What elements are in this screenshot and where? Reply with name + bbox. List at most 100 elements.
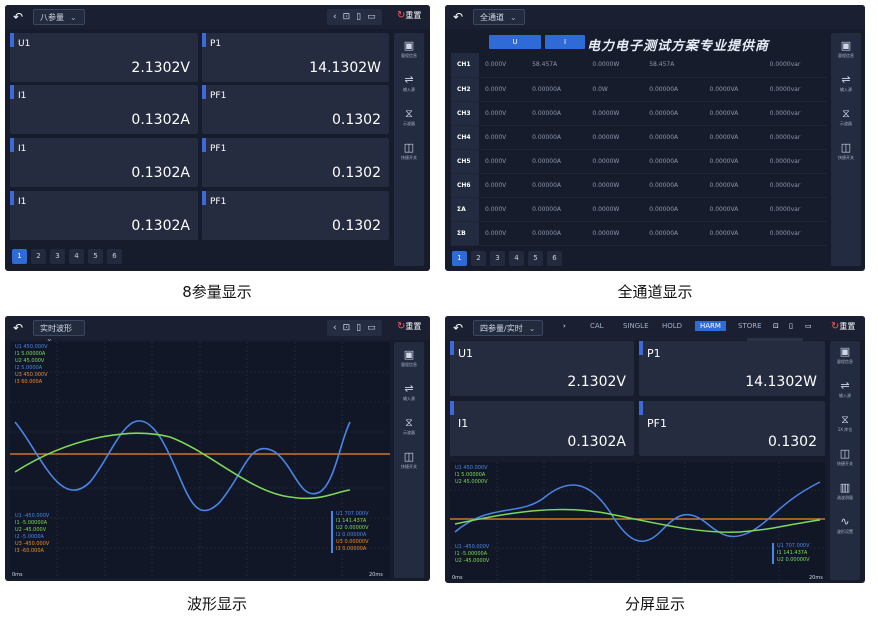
legend-item: U3 450.000V (15, 372, 48, 378)
side-toolbar: ▣ 量程信息 ⇌ 输入源 ⧖ 示波器 ◫ 快捷开关 (831, 33, 861, 266)
mode-hold[interactable]: HOLD (662, 322, 682, 330)
param-card-i1[interactable]: I1 0.1302A (10, 191, 198, 240)
table-row: CH1 0.000V 58.457A 0.0000W 58.457A 0.0000var (451, 53, 827, 78)
param-card-pf1[interactable]: PF1 0.1302 (202, 138, 389, 187)
range-info-button[interactable]: ▣ 量程信息 (397, 348, 421, 376)
mode-cal[interactable]: CAL (590, 322, 604, 330)
page-button[interactable]: 2 (31, 249, 46, 264)
harmonic-button[interactable]: ▥ 谐波测量 (833, 481, 857, 509)
side-label: 量程信息 (401, 53, 417, 58)
param-card-i1[interactable]: I1 0.1302A (10, 138, 198, 187)
lock-icon[interactable]: ⊡ (343, 323, 351, 333)
range-multiplier-button[interactable]: ⧖ 1X 库位 (833, 413, 857, 441)
cell: 0.0000var (763, 173, 827, 198)
quick-switch-button[interactable]: ◫ 快捷开关 (833, 447, 857, 475)
page-button[interactable]: 5 (528, 251, 543, 266)
scope-button[interactable]: ⧖ 示波器 (397, 416, 421, 444)
back-icon[interactable]: ↶ (453, 10, 467, 24)
param-card-i1[interactable]: I1 0.1302A (10, 85, 198, 134)
page-button[interactable]: 4 (69, 249, 84, 264)
back-icon[interactable]: ↶ (453, 321, 467, 335)
cell: 0.000V (479, 173, 527, 198)
readout-row: U2 0.00000V (336, 525, 369, 532)
reset-button[interactable]: ↻重置 (397, 10, 421, 21)
cell: 0.0000var (763, 221, 827, 246)
table-row: ΣA 0.000V 0.00000A 0.0000W 0.00000A 0.0000VA 0… (451, 197, 827, 222)
view-dropdown[interactable]: 八参量 ⌄ (33, 9, 85, 25)
eight-param-screen: ↶ 八参量 ⌄ ‹ ⊡ ▯ ▭ ↻重置 U1 2.1302V P1 14.1302W … (5, 5, 430, 271)
chevron-down-icon: ⌄ (528, 324, 536, 333)
range-info-button[interactable]: ▣ 量程信息 (834, 39, 858, 67)
param-card-p1[interactable]: P1 14.1302W (202, 33, 389, 82)
column-header-i[interactable]: I (545, 35, 585, 49)
readout-value: 141.437A (342, 518, 367, 524)
reset-button[interactable]: ↻重置 (397, 321, 421, 332)
input-source-button[interactable]: ⇌ 输入源 (397, 73, 421, 101)
view-dropdown[interactable]: 实时波形⌄ (33, 320, 85, 343)
wave-settings-button[interactable]: ∿ 波形设置 (833, 515, 857, 543)
param-card-pf1[interactable]: PF1 0.1302 (202, 191, 389, 240)
usb-icon[interactable]: ▯ (356, 12, 361, 22)
chevron-left-icon[interactable]: ‹ (333, 323, 337, 333)
param-card-p1[interactable]: P1 14.1302W (639, 341, 825, 396)
page-button[interactable]: 1 (452, 251, 467, 266)
readout-name: U1 (777, 543, 784, 549)
readout-name: U1 (336, 511, 343, 517)
chevron-right-icon[interactable]: › (563, 322, 566, 330)
chevron-left-icon[interactable]: ‹ (333, 12, 337, 22)
card-value: 0.1302A (131, 112, 190, 128)
legend-item: U2 45.0000V (455, 479, 488, 485)
readout-name: U3 (336, 539, 343, 545)
page-button[interactable]: 2 (471, 251, 486, 266)
legend-item: I2 5.0000A (15, 365, 43, 371)
column-header-u[interactable]: U (489, 35, 541, 49)
range-info-button[interactable]: ▣ 量程信息 (397, 39, 421, 67)
back-icon[interactable]: ↶ (13, 10, 27, 24)
mode-single[interactable]: SINGLE (623, 322, 649, 330)
page-button[interactable]: 3 (50, 249, 65, 264)
scope-button[interactable]: ⧖ 示波器 (397, 107, 421, 135)
param-card-u1[interactable]: U1 2.1302V (450, 341, 634, 396)
input-icon: ⇌ (841, 73, 851, 86)
param-card-pf1[interactable]: PF1 0.1302 (202, 85, 389, 134)
page-button[interactable]: 1 (12, 249, 27, 264)
mode-harm[interactable]: HARM (695, 321, 726, 331)
card-accent (639, 341, 643, 355)
quick-switch-button[interactable]: ◫ 快捷开关 (397, 450, 421, 478)
input-source-button[interactable]: ⇌ 输入源 (833, 379, 857, 407)
mode-store[interactable]: STORE (738, 322, 762, 330)
range-info-button[interactable]: ▣ 量程信息 (833, 345, 857, 373)
input-source-button[interactable]: ⇌ 输入源 (834, 73, 858, 101)
screenshot-icon[interactable]: ▭ (367, 12, 376, 22)
page-button[interactable]: 6 (547, 251, 562, 266)
page-button[interactable]: 6 (107, 249, 122, 264)
quick-switch-button[interactable]: ◫ 快捷开关 (834, 141, 858, 169)
readout-row: U2 0.00000V (777, 557, 810, 564)
param-card-pf1[interactable]: PF1 0.1302 (639, 401, 825, 456)
table-row: ΣB 0.000V 0.00000A 0.0000W 0.00000A 0.0000VA 0… (451, 221, 827, 246)
waveform-area[interactable] (450, 462, 825, 580)
cell: 0.000V (479, 125, 527, 150)
quick-switch-button[interactable]: ◫ 快捷开关 (397, 141, 421, 169)
scope-button[interactable]: ⧖ 示波器 (834, 107, 858, 135)
view-dropdown[interactable]: 全通道 ⌄ (473, 9, 525, 25)
input-source-button[interactable]: ⇌ 输入源 (397, 382, 421, 410)
scope-icon: ⧖ (842, 107, 850, 120)
lock-icon[interactable]: ⊡ (773, 322, 779, 330)
page-button[interactable]: 3 (490, 251, 505, 266)
page-button[interactable]: 4 (509, 251, 524, 266)
screenshot-icon[interactable]: ▭ (805, 322, 812, 330)
lock-icon[interactable]: ⊡ (343, 12, 351, 22)
readout-row: U1 707.000V (777, 543, 810, 550)
param-card-u1[interactable]: U1 2.1302V (10, 33, 198, 82)
page-button[interactable]: 5 (88, 249, 103, 264)
param-card-i1[interactable]: I1 0.1302A (450, 401, 634, 456)
reset-button[interactable]: ↻重置 (831, 321, 855, 332)
usb-icon[interactable]: ▯ (356, 323, 361, 333)
screenshot-icon[interactable]: ▭ (367, 323, 376, 333)
readout-row: I1 141.437A (336, 518, 369, 525)
back-icon[interactable]: ↶ (13, 321, 27, 335)
view-dropdown[interactable]: 四参量/实时 ⌄ (473, 320, 543, 336)
usb-icon[interactable]: ▯ (789, 322, 793, 330)
grid (450, 462, 825, 580)
